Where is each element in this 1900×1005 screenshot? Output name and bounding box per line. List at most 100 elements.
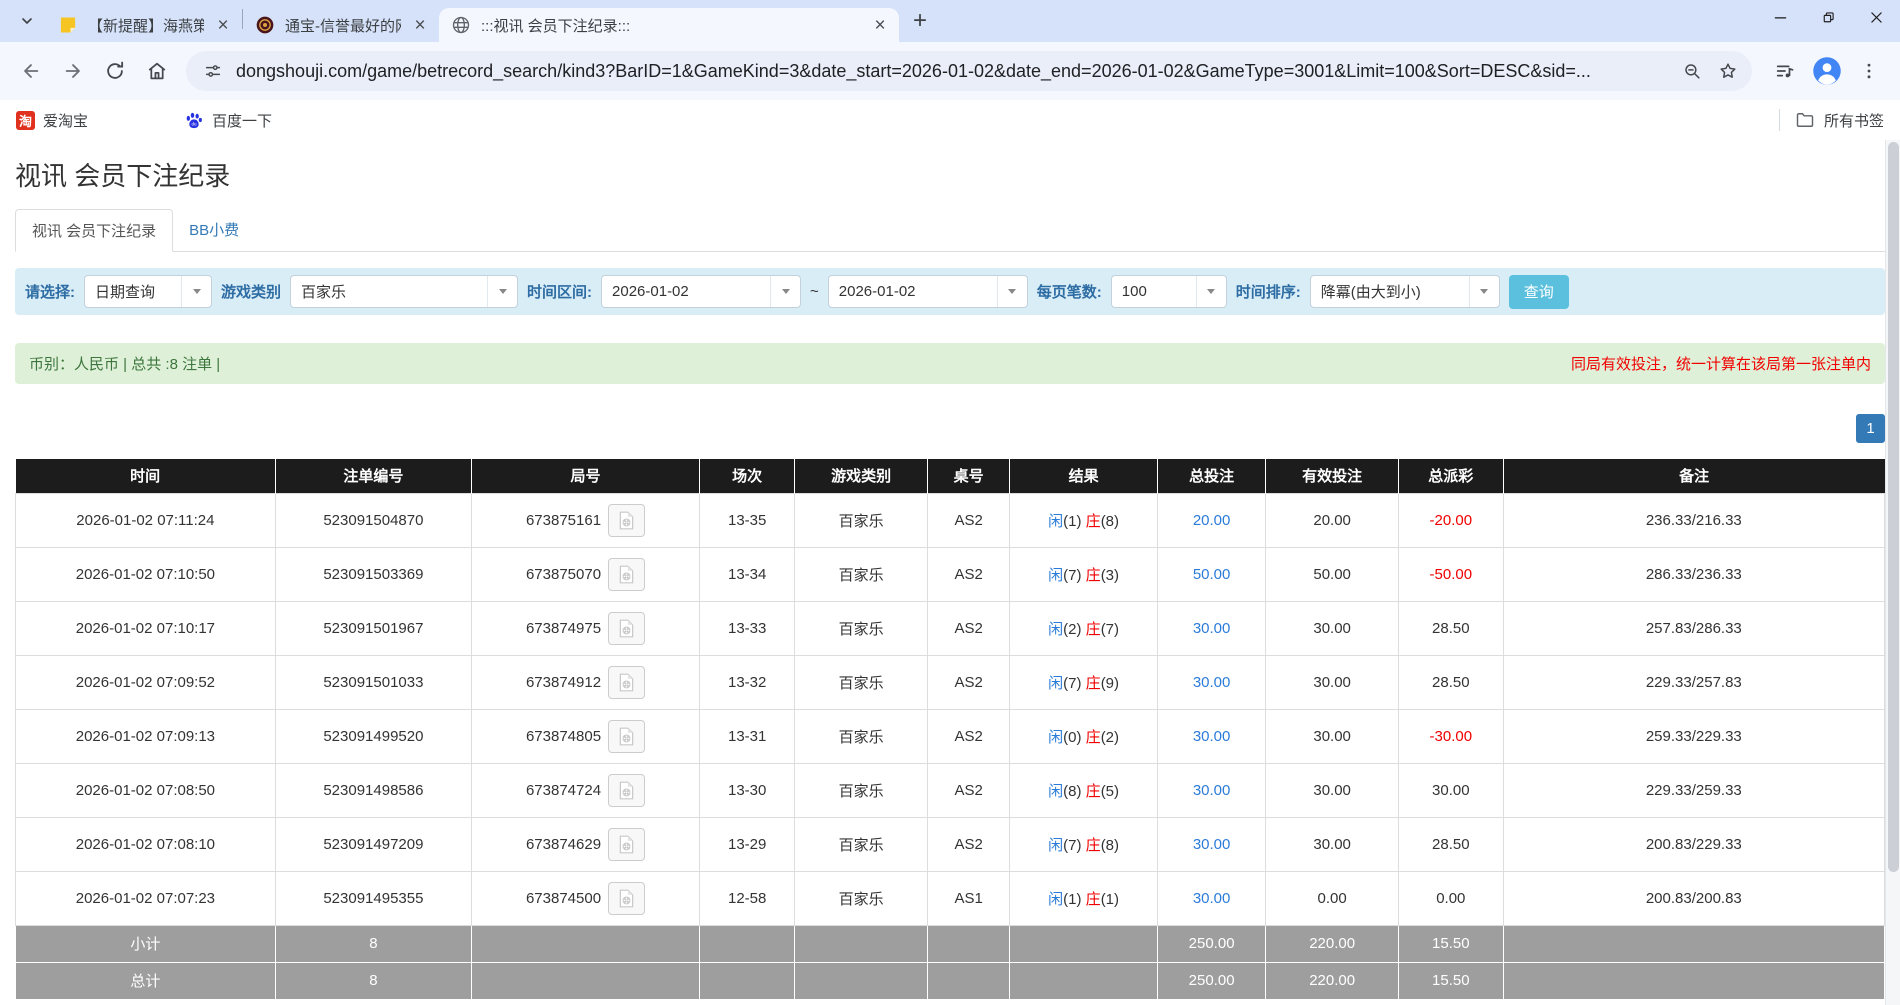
browser-tab-2[interactable]: 通宝-信誉最好的网上游戏平台 × (243, 8, 439, 42)
divider (1779, 109, 1780, 131)
game-type-select[interactable]: 百家乐 (290, 275, 518, 308)
page-title: 视讯 会员下注纪录 (15, 156, 1885, 193)
profile-avatar[interactable] (1808, 52, 1846, 90)
per-page-label: 每页笔数: (1037, 281, 1102, 302)
total-label: 总计 (16, 962, 276, 999)
valid-bet-cell: 30.00 (1266, 709, 1399, 763)
bookmark-star-icon[interactable] (1712, 55, 1744, 87)
total-bet-link[interactable]: 30.00 (1157, 871, 1265, 925)
bookmarks-bar: 淘 爱淘宝 du 百度一下 所有书签 (0, 100, 1900, 140)
total-bet-link[interactable]: 30.00 (1157, 817, 1265, 871)
player-label: 闲 (1048, 891, 1063, 908)
tab-search-button[interactable] (12, 6, 42, 36)
bookmark-taobao[interactable]: 淘 爱淘宝 (16, 110, 88, 131)
chevron-down-icon[interactable] (181, 276, 211, 307)
remark-cell: 286.33/236.33 (1503, 547, 1884, 601)
session-cell: 13-33 (700, 601, 795, 655)
folder-icon (1795, 110, 1815, 130)
page-scrollbar[interactable] (1885, 140, 1900, 1005)
per-page-select[interactable]: 100 (1111, 275, 1227, 308)
video-replay-button[interactable] (608, 612, 645, 645)
video-replay-button[interactable] (608, 774, 645, 807)
video-replay-button[interactable] (608, 720, 645, 753)
chevron-down-icon[interactable] (1196, 276, 1226, 307)
banker-label: 庄 (1086, 729, 1101, 746)
close-icon[interactable]: × (409, 14, 431, 36)
all-bookmarks[interactable]: 所有书签 (1779, 109, 1884, 131)
total-bet-link[interactable]: 30.00 (1157, 763, 1265, 817)
site-settings-icon[interactable] (198, 56, 228, 86)
video-replay-button[interactable] (608, 558, 645, 591)
game-cell: 百家乐 (795, 763, 928, 817)
payout-cell: 0.00 (1398, 871, 1503, 925)
date-range-label: 时间区间: (527, 281, 592, 302)
banker-label: 庄 (1086, 513, 1101, 530)
chevron-down-icon (19, 13, 35, 29)
home-button[interactable] (138, 52, 176, 90)
sort-select[interactable]: 降冪(由大到小) (1310, 275, 1500, 308)
browser-tab-1[interactable]: 【新提醒】海燕策略论坛 - 综合 × (46, 8, 242, 42)
browser-tab-active[interactable]: :::视讯 会员下注纪录::: × (439, 8, 899, 42)
video-replay-button[interactable] (608, 882, 645, 915)
restore-button[interactable] (1804, 0, 1852, 34)
sticky-note-icon (58, 15, 78, 35)
chevron-down-icon[interactable] (770, 276, 800, 307)
date-end-select[interactable]: 2026-01-02 (828, 275, 1028, 308)
video-replay-button[interactable] (608, 666, 645, 699)
result-cell: 闲(1) 庄(8) (1010, 493, 1158, 547)
session-cell: 13-31 (700, 709, 795, 763)
menu-kebab-icon[interactable] (1850, 52, 1888, 90)
zoom-out-icon[interactable] (1676, 55, 1708, 87)
close-icon[interactable]: × (869, 14, 891, 36)
chevron-down-icon[interactable] (487, 276, 517, 307)
bet-id-cell: 523091501033 (275, 655, 471, 709)
chevron-down-icon[interactable] (997, 276, 1027, 307)
new-tab-button[interactable]: + (905, 6, 935, 36)
col-bet-id: 注单编号 (275, 459, 471, 493)
tab-bb-tip[interactable]: BB小费 (173, 209, 255, 251)
chevron-down-icon[interactable] (1469, 276, 1499, 307)
scrollbar-thumb[interactable] (1888, 142, 1899, 872)
total-bet-link[interactable]: 20.00 (1157, 493, 1265, 547)
video-replay-button[interactable] (608, 828, 645, 861)
close-icon[interactable]: × (212, 14, 234, 36)
table-no-cell: AS2 (928, 601, 1010, 655)
query-type-select[interactable]: 日期查询 (84, 275, 212, 308)
session-cell: 13-29 (700, 817, 795, 871)
forward-button[interactable] (54, 52, 92, 90)
bookmark-baidu[interactable]: du 百度一下 (184, 110, 272, 131)
valid-bet-cell: 30.00 (1266, 817, 1399, 871)
close-window-button[interactable] (1852, 0, 1900, 34)
back-button[interactable] (12, 52, 50, 90)
total-bet-link[interactable]: 30.00 (1157, 709, 1265, 763)
browser-toolbar: dongshouji.com/game/betrecord_search/kin… (0, 42, 1900, 100)
col-payout: 总派彩 (1398, 459, 1503, 493)
valid-bet-cell: 20.00 (1266, 493, 1399, 547)
result-cell: 闲(7) 庄(3) (1010, 547, 1158, 601)
game-cell: 百家乐 (795, 493, 928, 547)
date-start-select[interactable]: 2026-01-02 (601, 275, 801, 308)
url-bar[interactable]: dongshouji.com/game/betrecord_search/kin… (186, 51, 1752, 91)
media-controls-icon[interactable] (1766, 52, 1804, 90)
search-button[interactable]: 查询 (1509, 275, 1569, 309)
total-bet-link[interactable]: 50.00 (1157, 547, 1265, 601)
video-replay-button[interactable] (608, 504, 645, 537)
page-number-button[interactable]: 1 (1856, 414, 1885, 443)
round-cell: 673874629 (472, 817, 700, 871)
total-bet-link[interactable]: 30.00 (1157, 601, 1265, 655)
time-cell: 2026-01-02 07:07:23 (16, 871, 276, 925)
bet-id-cell: 523091499520 (275, 709, 471, 763)
valid-bet-cell: 50.00 (1266, 547, 1399, 601)
col-table: 桌号 (928, 459, 1010, 493)
tab-bet-records[interactable]: 视讯 会员下注纪录 (15, 209, 173, 252)
minimize-button[interactable] (1756, 0, 1804, 34)
time-cell: 2026-01-02 07:11:24 (16, 493, 276, 547)
player-label: 闲 (1048, 837, 1063, 854)
total-bet-link[interactable]: 30.00 (1157, 655, 1265, 709)
table-row: 2026-01-02 07:10:17 523091501967 6738749… (16, 601, 1885, 655)
session-cell: 13-34 (700, 547, 795, 601)
reload-button[interactable] (96, 52, 134, 90)
bet-id-cell: 523091497209 (275, 817, 471, 871)
player-label: 闲 (1048, 729, 1063, 746)
time-cell: 2026-01-02 07:09:13 (16, 709, 276, 763)
